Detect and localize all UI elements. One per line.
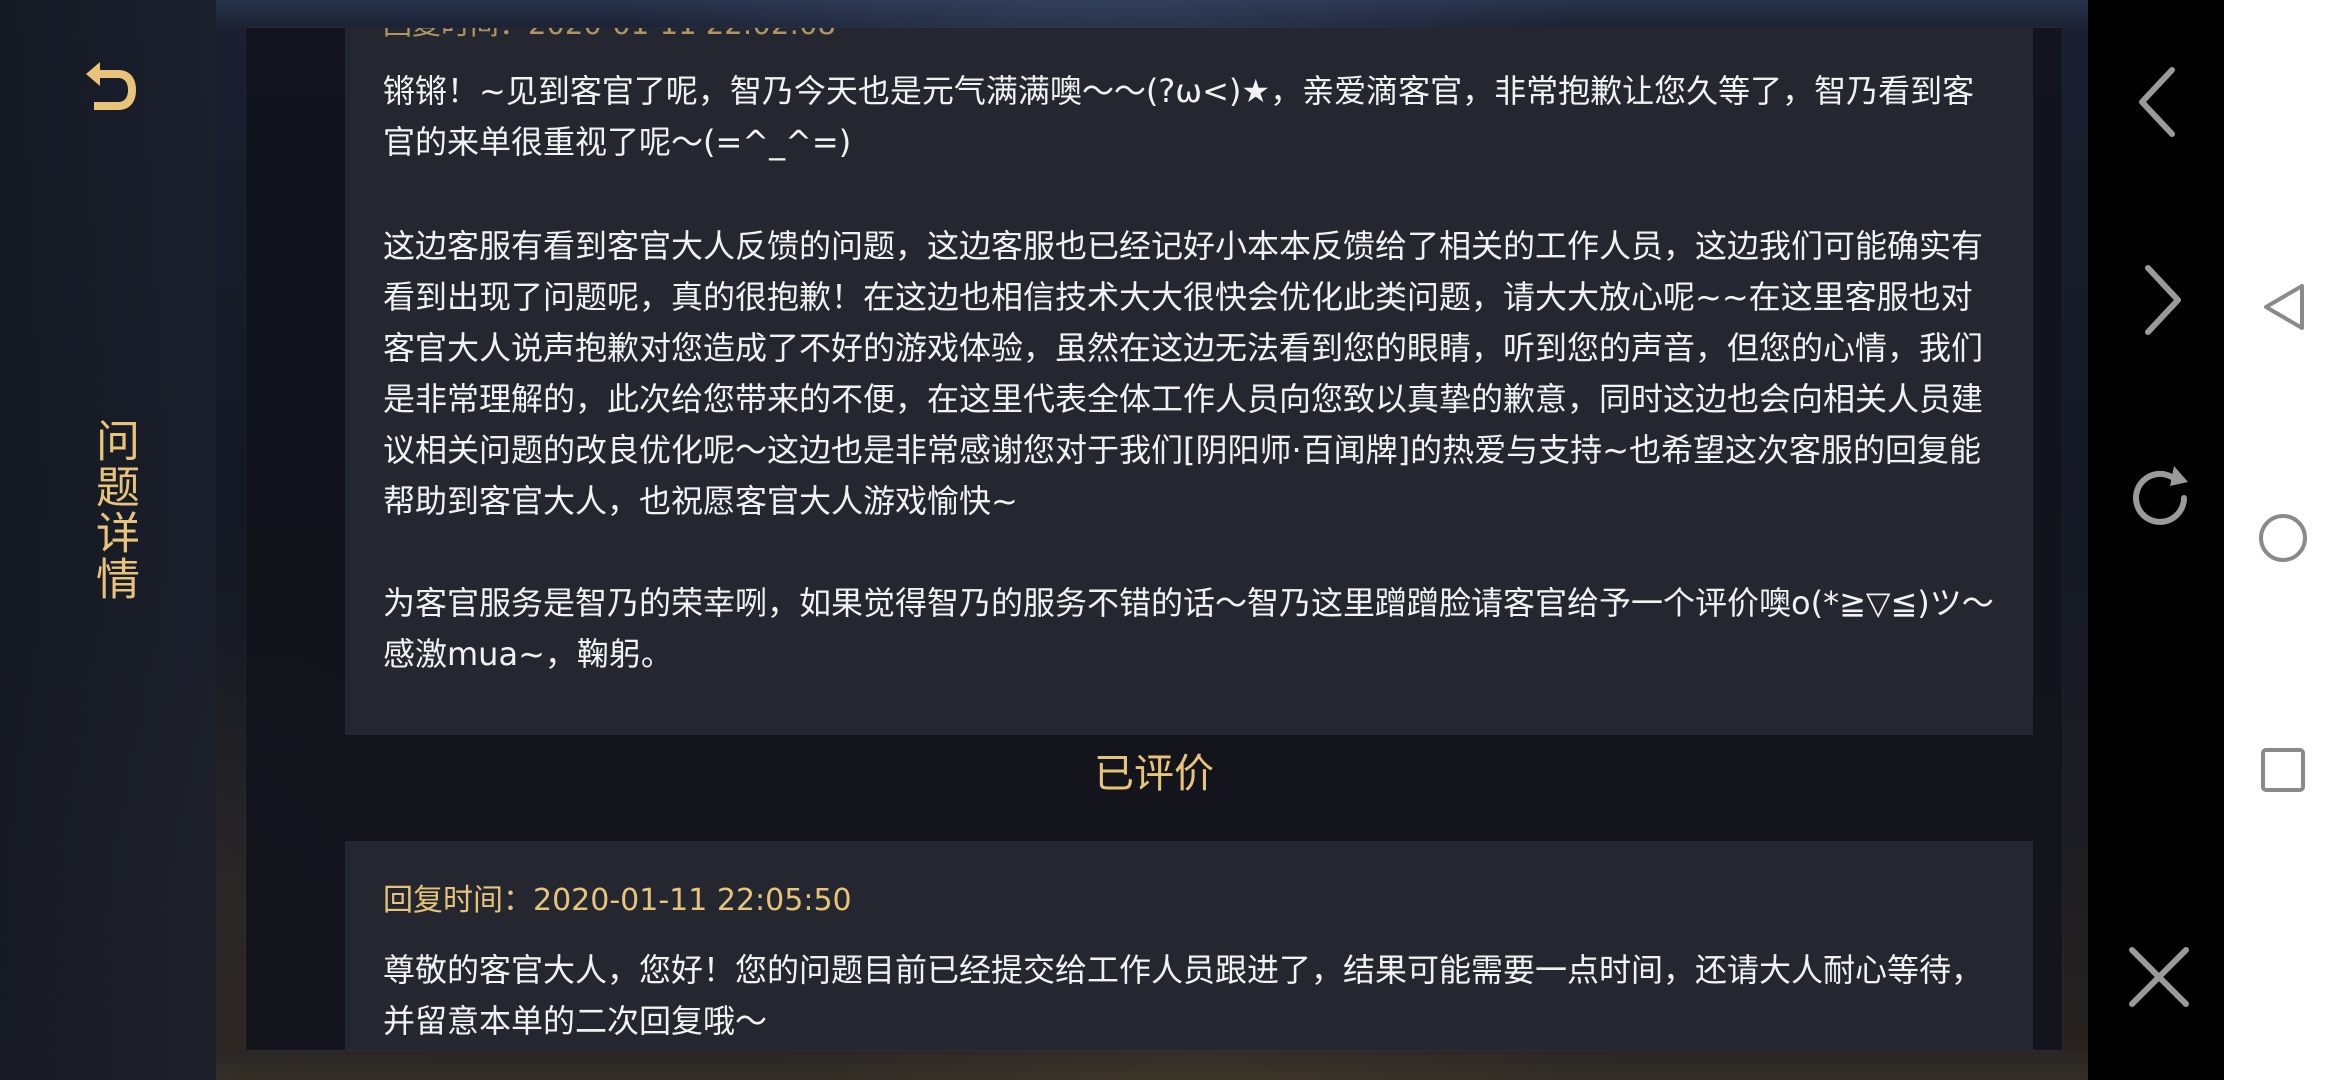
reply-text: 尊敬的客官大人，您好！您的问题目前已经提交给工作人员跟进了，结果可能需要一点时间…	[383, 951, 1984, 1040]
home-circle-icon	[2259, 514, 2307, 562]
reply-card-1: 回复时间：2020-01-11 22:02:08 锵锵！~见到客官了呢，智乃今天…	[345, 28, 2033, 735]
refresh-icon	[2133, 466, 2188, 525]
reply-paragraph-3: 为客官服务是智乃的荣幸咧，如果觉得智乃的服务不错的话〜智乃这里蹭蹭脸请客官给予一…	[383, 584, 1994, 673]
close-icon	[2129, 947, 2189, 1007]
main-panel[interactable]: 回复时间：2020-01-11 22:02:08 锵锵！~见到客官了呢，智乃今天…	[246, 28, 2062, 1050]
panel-frame-bottom	[216, 1050, 2096, 1080]
reply-card-2: 回复时间：2020-01-11 22:05:50 尊敬的客官大人，您好！您的问题…	[345, 841, 2033, 1050]
panel-frame-top	[216, 0, 2096, 28]
system-back-button[interactable]	[2262, 282, 2306, 336]
left-sidebar: 问题详情	[0, 0, 216, 1080]
refresh-button[interactable]	[2122, 460, 2198, 540]
back-arrow-icon	[86, 62, 136, 110]
rated-status-label: 已评价	[1094, 751, 1214, 797]
reply-paragraph-2: 这边客服有看到客官大人反馈的问题，这边客服也已经记好小本本反馈给了相关的工作人员…	[383, 227, 1984, 520]
nav-forward-button[interactable]	[2138, 262, 2188, 342]
system-recents-button[interactable]	[2259, 746, 2307, 798]
page-title: 问题详情	[88, 418, 139, 602]
nav-back-button[interactable]	[2132, 64, 2182, 144]
system-nav-bar	[2224, 0, 2340, 1080]
reply-time: 回复时间：2020-01-11 22:05:50	[383, 883, 852, 918]
app-root: 问题详情 回复时间：2020-01-11 22:02:08 锵锵！~见到客官了呢…	[0, 0, 2340, 1080]
right-nav-column	[2088, 0, 2224, 1080]
close-button[interactable]	[2126, 944, 2192, 1014]
back-button[interactable]	[72, 52, 144, 124]
recents-square-icon	[2261, 748, 2305, 792]
system-home-button[interactable]	[2257, 512, 2309, 568]
reply-time-partial: 回复时间：2020-01-11 22:02:08	[383, 28, 836, 40]
reply-paragraph-1: 锵锵！~见到客官了呢，智乃今天也是元气满满噢〜〜(?ω<)★，亲爱滴客官，非常抱…	[383, 72, 1975, 161]
back-triangle-icon	[2264, 284, 2304, 330]
chevron-right-icon	[2145, 265, 2181, 335]
chevron-left-icon	[2139, 67, 2175, 137]
